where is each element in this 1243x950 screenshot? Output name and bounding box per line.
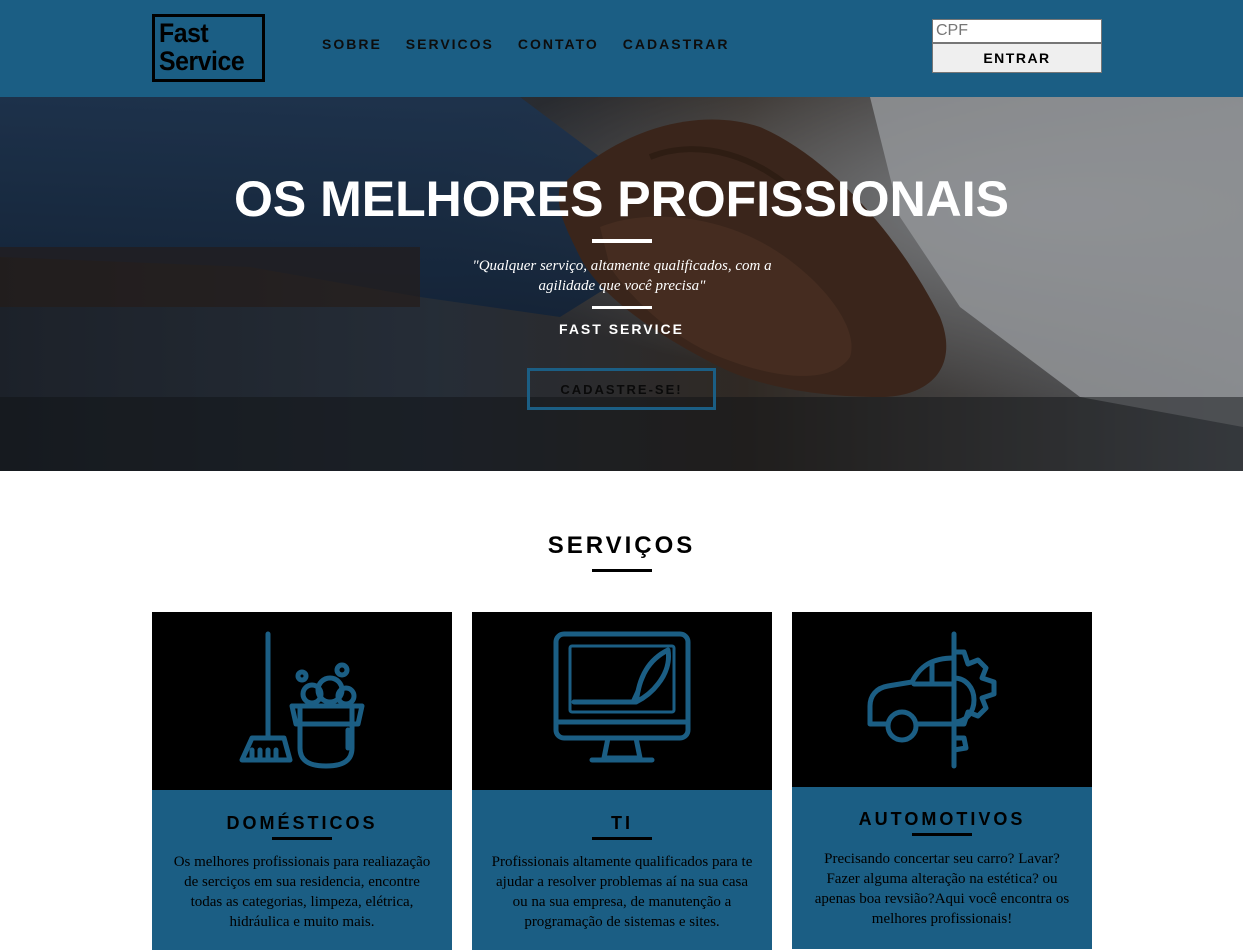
nav-sobre[interactable]: SOBRE [322, 36, 382, 52]
service-card-title: TI [611, 813, 633, 833]
services-title: SERVIÇOS [547, 532, 696, 559]
logo-line-1: Fast [159, 18, 209, 48]
login-form: ENTRAR [932, 19, 1102, 73]
hero-title: OS MELHORES PROFISSIONAIS [233, 171, 1010, 227]
service-card-text: Profissionais altamente qualificados par… [491, 854, 753, 930]
services-divider [592, 569, 652, 572]
service-card-image [472, 612, 772, 790]
logo-line-2: Service [159, 46, 245, 76]
hero-divider-top [592, 239, 652, 243]
service-card-divider [272, 837, 332, 840]
mop-bucket-icon [238, 630, 368, 772]
nav-servicos[interactable]: SERVICOS [406, 36, 494, 52]
service-card-image [792, 612, 1092, 787]
cpf-input[interactable] [932, 19, 1102, 43]
hero-divider-bottom [592, 306, 652, 309]
service-card-automotivos[interactable]: AUTOMOTIVOS Precisando concertar seu car… [792, 612, 1092, 950]
cadastre-se-button[interactable]: CADASTRE-SE! [527, 368, 716, 410]
service-card-text: Precisando concertar seu carro? Lavar? F… [814, 851, 1070, 927]
nav-cadastrar[interactable]: CADASTRAR [623, 36, 730, 52]
entrar-button[interactable]: ENTRAR [932, 43, 1102, 73]
hero-banner: OS MELHORES PROFISSIONAIS "Qualquer serv… [0, 97, 1243, 471]
service-card-image [152, 612, 452, 790]
service-card-domesticos[interactable]: DOMÉSTICOS Os melhores profissionais par… [152, 612, 452, 950]
service-card-body: DOMÉSTICOS Os melhores profissionais par… [152, 790, 452, 950]
car-gear-icon [866, 630, 1018, 770]
service-card-title: DOMÉSTICOS [226, 813, 378, 833]
main-nav: SOBRE SERVICOS CONTATO CADASTRAR [322, 36, 753, 52]
service-card-divider [592, 837, 652, 840]
service-card-body: TI Profissionais altamente qualificados … [472, 790, 772, 950]
monitor-feather-icon [552, 630, 692, 774]
hero-quote: "Qualquer serviço, altamente qualificado… [472, 258, 772, 294]
header: Fast Service SOBRE SERVICOS CONTATO CADA… [0, 0, 1243, 97]
nav-contato[interactable]: CONTATO [518, 36, 599, 52]
service-card-text: Os melhores profissionais para realiazaç… [173, 854, 431, 930]
service-card-body: AUTOMOTIVOS Precisando concertar seu car… [792, 787, 1092, 949]
service-card-title: AUTOMOTIVOS [858, 809, 1026, 829]
service-card-divider [912, 833, 972, 836]
logo[interactable]: Fast Service [152, 14, 265, 82]
hero-brand: FAST SERVICE [559, 321, 684, 337]
service-card-ti[interactable]: TI Profissionais altamente qualificados … [472, 612, 772, 950]
